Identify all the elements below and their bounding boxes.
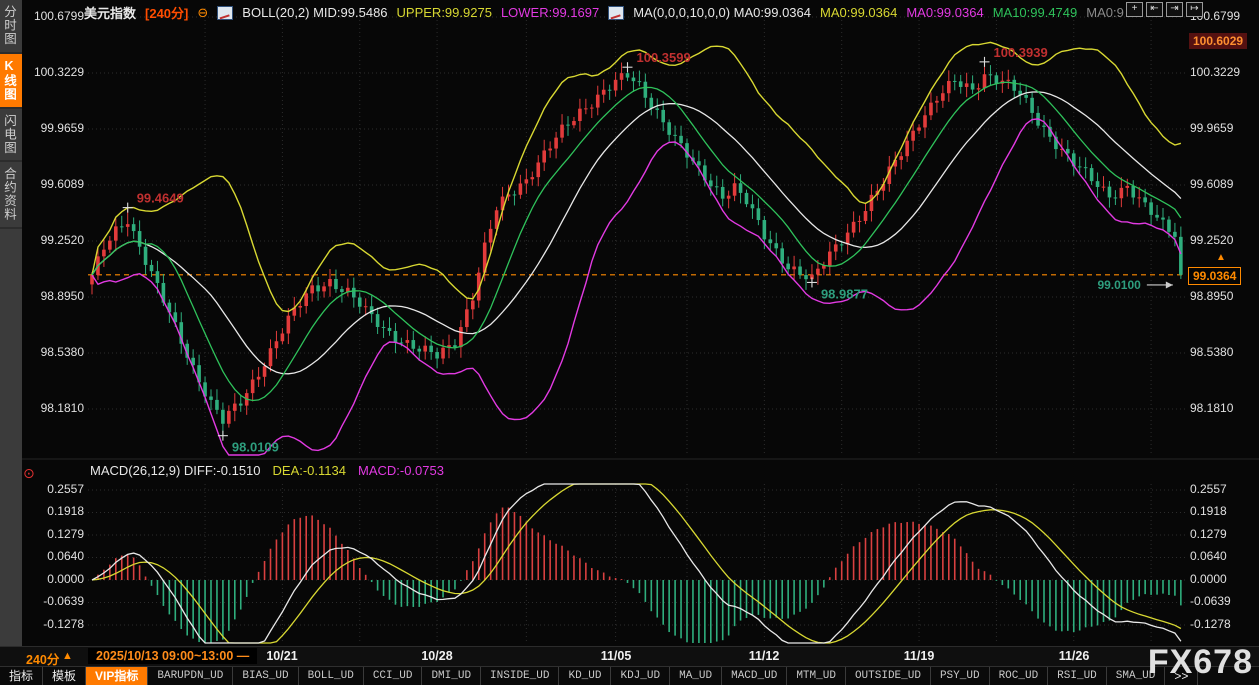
macd-axis-left-label: -0.0639 [26, 594, 84, 608]
tab-vip-[interactable]: VIP指标 [86, 667, 148, 685]
tab-rsi-ud[interactable]: RSI_UD [1048, 667, 1107, 685]
macd-diff-value: MACD(26,12,9) DIFF:-0.1510 [90, 463, 261, 478]
svg-text:100.3939: 100.3939 [994, 45, 1048, 60]
boll-mid-value: BOLL(20,2) MID:99.5486 [242, 5, 387, 20]
tab-dmi-ud[interactable]: DMI_UD [422, 667, 481, 685]
session-high-badge: 100.6029 [1189, 33, 1247, 49]
boll-lower-value: LOWER:99.1697 [501, 5, 599, 20]
tab-kdj-ud[interactable]: KDJ_UD [611, 667, 670, 685]
main-axis-left-label: 98.1810 [26, 401, 84, 415]
macd-axis-left-label: 0.0000 [26, 572, 84, 586]
main-axis-right-label: 98.5380 [1190, 345, 1233, 359]
period-tag: [240分] [145, 3, 188, 22]
svg-text:99.0100: 99.0100 [1097, 278, 1141, 292]
macd-axis-right-label: 0.1918 [1190, 504, 1227, 518]
macd-axis-left-label: -0.1278 [26, 617, 84, 631]
sidebar-item-time-chart[interactable]: 分时图 [0, 0, 22, 54]
tab-inside-ud[interactable]: INSIDE_UD [481, 667, 559, 685]
tab-boll-ud[interactable]: BOLL_UD [299, 667, 364, 685]
main-axis-right-label: 100.3229 [1190, 65, 1240, 79]
main-axis-right-label: 99.2520 [1190, 233, 1233, 247]
tab-macd-ud[interactable]: MACD_UD [722, 667, 787, 685]
macd-axis-left-label: 0.1918 [26, 504, 84, 518]
macd-axis-right-label: -0.0639 [1190, 594, 1231, 608]
main-axis-right-label: 98.1810 [1190, 401, 1233, 415]
bar-time-range-label: 2025/10/13 09:00~13:00 — [88, 648, 257, 664]
current-price-box: 99.0364 [1188, 267, 1241, 285]
ma0-gray-value: MA0:9 [1086, 5, 1124, 20]
macd-axis-right-label: 0.1279 [1190, 527, 1227, 541]
main-axis-right-label: 98.8950 [1190, 289, 1233, 303]
macd-settings-icon[interactable]: ⊙ [23, 465, 35, 482]
chart-toolbar-icons: +⇤⇥↦ [1126, 2, 1203, 17]
date-label: 11/26 [1059, 649, 1090, 663]
date-label: 11/19 [904, 649, 935, 663]
indicator-tabs-bar: 指标模板VIP指标BARUPDN_UDBIAS_UDBOLL_UDCCI_UDD… [0, 666, 1259, 685]
main-axis-left-label: 99.6089 [26, 177, 84, 191]
ma0-white-value: MA(0,0,0,10,0,0) MA0:99.0364 [633, 5, 811, 20]
tab-outside-ud[interactable]: OUTSIDE_UD [846, 667, 931, 685]
indicator-header: 美元指数 [240分] ⊖ BOLL(20,2) MID:99.5486 UPPER:9… [84, 3, 1124, 22]
chart-type-sidebar: 分时图K线图闪电图合约资料 [0, 0, 22, 646]
main-axis-left-label: 100.3229 [26, 65, 84, 79]
macd-axis-right-label: -0.1278 [1190, 617, 1231, 631]
macd-axis-right-label: 0.0640 [1190, 549, 1227, 563]
main-axis-left-label: 99.9659 [26, 121, 84, 135]
chart-app-window: 99.4649 98.0109 100.3599 98.9877 100.3939 99.… [0, 0, 1259, 685]
pan-right-icon[interactable]: ↦ [1186, 2, 1203, 17]
tab-barupdn-ud[interactable]: BARUPDN_UD [148, 667, 233, 685]
main-axis-left-label: 98.8950 [26, 289, 84, 303]
tab-cci-ud[interactable]: CCI_UD [364, 667, 423, 685]
date-label: 10/21 [266, 649, 297, 663]
crosshair-icon[interactable]: + [1126, 2, 1143, 17]
ma-indicator-icon [608, 6, 624, 20]
tab--[interactable]: 指标 [0, 667, 43, 685]
macd-dea-value: DEA:-0.1134 [273, 463, 346, 478]
tab-roc-ud[interactable]: ROC_UD [990, 667, 1049, 685]
macd-axis-left-label: 0.0640 [26, 549, 84, 563]
svg-text:98.0109: 98.0109 [232, 440, 279, 455]
tab-mtm-ud[interactable]: MTM_UD [787, 667, 846, 685]
macd-macd-value: MACD:-0.0753 [358, 463, 444, 478]
tab--[interactable]: 模板 [43, 667, 86, 685]
main-axis-left-label: 98.5380 [26, 345, 84, 359]
sidebar-item-kline-chart[interactable]: K线图 [0, 54, 22, 109]
date-label: 11/12 [749, 649, 780, 663]
time-axis-row: 240分 ▲ 2025/10/13 09:00~13:00 — 10/2110/… [0, 646, 1259, 667]
sidebar-item-contract-info[interactable]: 合约资料 [0, 162, 22, 229]
symbol-title: 美元指数 [84, 3, 136, 22]
boll-indicator-icon [217, 6, 233, 20]
main-axis-right-label: 99.9659 [1190, 121, 1233, 135]
ma0-magenta-value: MA0:99.0364 [906, 5, 983, 20]
fit-left-icon[interactable]: ⇤ [1146, 2, 1163, 17]
macd-axis-right-label: 0.0000 [1190, 572, 1227, 586]
main-axis-left-label: 99.2520 [26, 233, 84, 247]
macd-axis-left-label: 0.1279 [26, 527, 84, 541]
tab-ma-ud[interactable]: MA_UD [670, 667, 722, 685]
period-up-arrow-icon[interactable]: ▲ [62, 650, 73, 662]
tab-kd-ud[interactable]: KD_UD [559, 667, 611, 685]
ma0-yellow-value: MA0:99.0364 [820, 5, 897, 20]
boll-upper-value: UPPER:99.9275 [397, 5, 492, 20]
sidebar-item-lightning-chart[interactable]: 闪电图 [0, 109, 22, 163]
macd-header: MACD(26,12,9) DIFF:-0.1510 DEA:-0.1134 MAC… [90, 463, 444, 478]
main-axis-right-label: 99.6089 [1190, 177, 1233, 191]
svg-text:100.3599: 100.3599 [637, 50, 691, 65]
fx678-watermark: FX678 [1148, 642, 1253, 682]
svg-text:98.9877: 98.9877 [821, 286, 868, 301]
collapse-indicator-icon: ⊖ [197, 5, 208, 21]
date-label: 10/28 [421, 649, 452, 663]
ma10-value: MA10:99.4749 [993, 5, 1078, 20]
main-axis-left-label: 100.6799 [26, 9, 84, 23]
date-label: 11/05 [601, 649, 632, 663]
chart-canvas[interactable]: 99.4649 98.0109 100.3599 98.9877 100.3939 99.… [0, 0, 1259, 646]
price-up-arrow-icon: ▲ [1216, 252, 1226, 263]
macd-axis-right-label: 0.2557 [1190, 482, 1227, 496]
macd-axis-left-label: 0.2557 [26, 482, 84, 496]
svg-text:99.4649: 99.4649 [137, 191, 184, 206]
tab-psy-ud[interactable]: PSY_UD [931, 667, 990, 685]
tab-bias-ud[interactable]: BIAS_UD [233, 667, 298, 685]
fit-right-icon[interactable]: ⇥ [1166, 2, 1183, 17]
